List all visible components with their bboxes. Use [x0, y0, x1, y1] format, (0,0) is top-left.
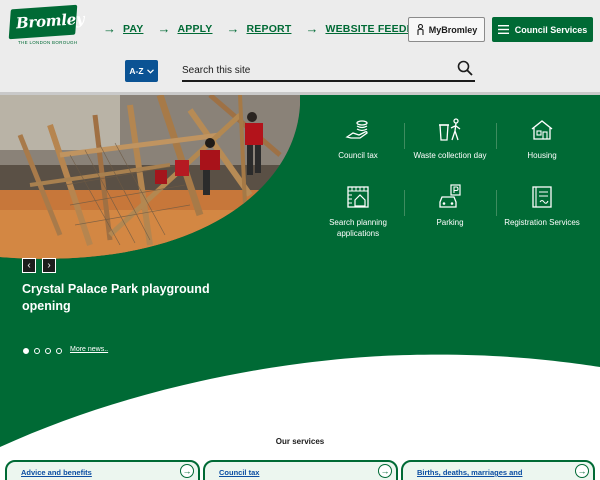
house-icon — [531, 120, 553, 140]
hamburger-menu-icon — [497, 25, 509, 34]
logo-subtitle: THE LONDON BOROUGH — [18, 40, 78, 45]
bromley-logo[interactable]: Bromley THE LONDON BOROUGH — [8, 4, 85, 49]
slide-dot-2[interactable] — [34, 348, 40, 354]
hand-coins-icon — [345, 120, 368, 139]
registration-book-icon — [532, 186, 552, 208]
quick-link-parking[interactable]: Parking — [404, 184, 496, 228]
council-services-label: Council Services — [514, 24, 588, 35]
a-z-label: A-Z — [129, 66, 144, 76]
nav-apply-link[interactable]: → APPLY — [157, 22, 212, 35]
planning-icon — [347, 186, 369, 208]
parking-icon — [439, 184, 461, 208]
arrow-right-icon: → — [305, 21, 319, 36]
quick-link-waste-collection[interactable]: Waste collection day — [404, 117, 496, 161]
top-navigation: → PAY → APPLY → REPORT → WEBSITE FEEDBAC… — [103, 22, 452, 35]
slide-dot-4[interactable] — [56, 348, 62, 354]
service-card-births-deaths-marriages[interactable]: Births, deaths, marriages and → — [401, 460, 595, 480]
quick-link-label: Parking — [436, 218, 464, 227]
quick-link-registration[interactable]: Registration Services — [496, 184, 588, 228]
mybromley-label: MyBromley — [428, 24, 478, 35]
hero-section: ‹ › Crystal Palace Park playground openi… — [0, 95, 600, 480]
arrow-right-icon: → — [180, 464, 194, 478]
our-services-heading: Our services — [275, 437, 325, 446]
person-icon — [417, 23, 424, 35]
quick-link-planning[interactable]: Search planning applications — [312, 184, 404, 239]
arrow-right-icon: → — [378, 464, 392, 478]
nav-apply-label: APPLY — [177, 22, 213, 35]
service-card-label: Advice and benefits — [21, 468, 92, 477]
hero-wave-divider — [0, 354, 600, 480]
arrow-right-icon: → — [575, 464, 589, 478]
search-icon[interactable] — [457, 60, 473, 76]
previous-slide-button[interactable]: ‹ — [22, 258, 36, 273]
search-bar — [182, 58, 475, 82]
service-card-label: Births, deaths, marriages and — [417, 468, 523, 477]
a-z-dropdown[interactable]: A-Z — [125, 60, 158, 82]
arrow-right-icon: → — [226, 21, 240, 36]
quick-link-label: Waste collection day — [413, 151, 487, 160]
quick-link-label: Housing — [527, 151, 557, 160]
slide-title[interactable]: Crystal Palace Park playground opening — [22, 281, 222, 315]
arrow-right-icon: → — [103, 21, 116, 36]
chevron-down-icon — [146, 68, 154, 74]
slide-dot-1[interactable] — [23, 348, 29, 354]
service-card-label: Council tax — [219, 468, 260, 477]
search-input[interactable] — [182, 61, 442, 79]
next-slide-button[interactable]: › — [42, 258, 56, 273]
nav-pay-link[interactable]: → PAY — [103, 22, 143, 35]
nav-report-link[interactable]: → REPORT — [227, 22, 292, 35]
playground-photo[interactable] — [0, 95, 300, 260]
service-card-advice-benefits[interactable]: Advice and benefits → — [5, 460, 200, 480]
quick-link-label: Council tax — [338, 151, 378, 160]
council-services-button[interactable]: Council Services — [492, 17, 593, 42]
chevron-right-icon: › — [47, 259, 51, 271]
service-card-council-tax[interactable]: Council tax → — [203, 460, 398, 480]
more-news-link[interactable]: More news.. — [70, 346, 108, 353]
quick-link-housing[interactable]: Housing — [496, 117, 588, 161]
quick-link-label: Search planning applications — [329, 218, 387, 238]
chevron-left-icon: ‹ — [27, 259, 31, 271]
slide-pagination — [23, 348, 62, 354]
quick-link-council-tax[interactable]: Council tax — [312, 117, 404, 161]
recycle-bin-icon — [439, 118, 461, 141]
nav-report-label: REPORT — [246, 22, 292, 35]
mybromley-button[interactable]: MyBromley — [408, 17, 485, 42]
quick-link-label: Registration Services — [504, 218, 580, 227]
slide-dot-3[interactable] — [45, 348, 51, 354]
arrow-right-icon: → — [157, 21, 171, 36]
site-header: Bromley THE LONDON BOROUGH → PAY → APPLY… — [0, 0, 600, 95]
nav-pay-label: PAY — [123, 22, 144, 35]
